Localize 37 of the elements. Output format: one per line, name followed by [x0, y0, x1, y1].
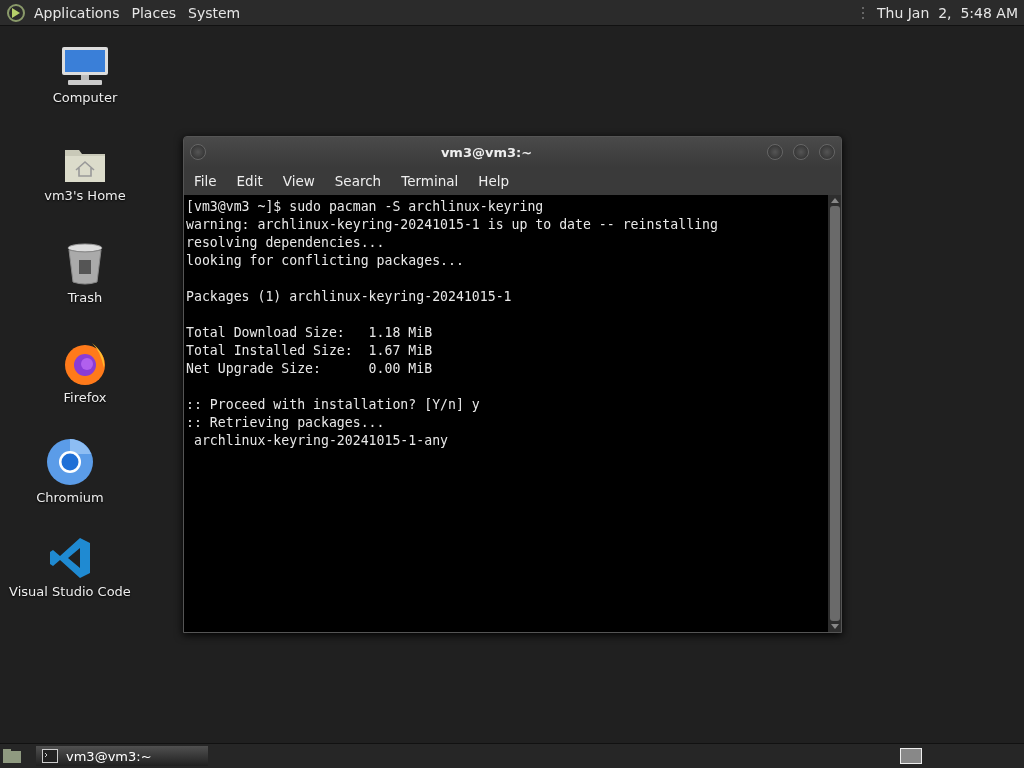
taskbar-button[interactable]: vm3@vm3:~ [36, 746, 208, 766]
terminal-line: looking for conflicting packages... [186, 252, 465, 270]
window-title: vm3@vm3:~ [439, 144, 534, 160]
menu-item[interactable]: Search [334, 173, 382, 189]
terminal-line: Total Download Size: 1.18 MiB [186, 324, 434, 342]
scrollbar[interactable] [828, 195, 841, 632]
browser-flame-icon[interactable] [62, 340, 108, 386]
desktop-icon-label[interactable]: Visual Studio Code [9, 584, 131, 599]
terminal-line: resolving dependencies... [186, 234, 386, 252]
terminal-icon [42, 749, 58, 763]
desktop-icon-label[interactable]: Chromium [36, 490, 104, 505]
desktop-icon-label[interactable]: vm3's Home [44, 188, 126, 203]
menu-item[interactable]: File [194, 173, 217, 189]
panel-handle-icon [860, 5, 865, 20]
terminal-line: archlinux-keyring-20241015-1-any [192, 432, 449, 450]
panel-menu[interactable]: Applications [34, 4, 120, 21]
panel-menu[interactable]: System [188, 4, 241, 21]
menu-item[interactable]: View [282, 173, 315, 189]
terminal-line: [vm3@vm3 ~]$ sudo pacman -S archlinux-keyring [186, 198, 545, 216]
terminal-line: Packages (1) archlinux-keyring-20241015-1 [186, 288, 513, 306]
desktop-icon-label[interactable]: Computer [52, 90, 118, 105]
terminal-line: Total Installed Size: 1.67 MiB [186, 342, 434, 360]
menu-item[interactable]: Help [478, 173, 510, 189]
terminal-line: :: Proceed with installation? [Y/n] y [186, 396, 481, 414]
workspace-switcher[interactable] [900, 748, 922, 764]
terminal-line: :: Retrieving packages... [186, 414, 386, 432]
code-editor-icon[interactable] [48, 536, 92, 580]
menu-item[interactable]: Edit [236, 173, 263, 189]
panel-menu[interactable]: Places [131, 4, 177, 21]
trash-icon[interactable] [65, 242, 105, 286]
terminal-line: Net Upgrade Size: 0.00 MiB [186, 360, 434, 378]
computer-icon[interactable] [60, 46, 110, 86]
terminal-line: warning: archlinux-keyring-20241015-1 is up to date -- reinstalling [186, 216, 719, 234]
clock[interactable]: Thu Jan 2, 5:48 AM [876, 4, 1018, 21]
menu-item[interactable]: Terminal [401, 173, 459, 189]
desktop-icon-label[interactable]: Trash [67, 290, 103, 305]
desktop-icon-label[interactable]: Firefox [63, 390, 107, 405]
